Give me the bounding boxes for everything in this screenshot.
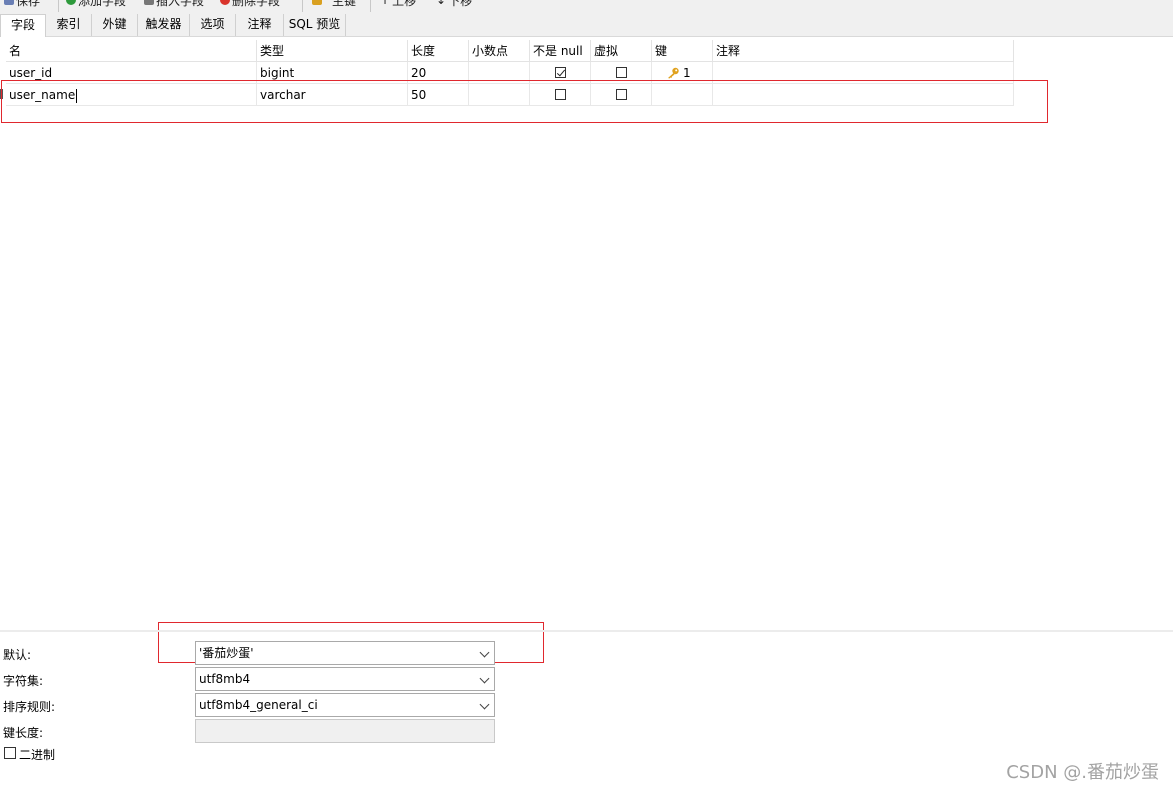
primary-key-icon: [312, 0, 322, 5]
binary-checkbox[interactable]: [4, 747, 16, 759]
default-value-combobox[interactable]: '番茄炒蛋': [195, 641, 495, 665]
chevron-down-icon[interactable]: [479, 699, 490, 710]
column-header-key[interactable]: 键: [652, 40, 713, 62]
move-down-button[interactable]: ↓ 下移: [436, 0, 472, 8]
column-header-decimals[interactable]: 小数点: [469, 40, 530, 62]
tab-bar: 字段 索引 外键 触发器 选项 注释 SQL 预览: [0, 12, 1173, 37]
watermark: CSDN @.番茄炒蛋: [1006, 762, 1159, 783]
delete-field-button[interactable]: 删除字段: [220, 0, 280, 8]
key-length-input[interactable]: [195, 719, 495, 743]
toolbar: 保存 添加字段 插入字段 删除字段 主键 ↑ 上移 ↓ 下移: [0, 0, 1173, 12]
binary-label: 二进制: [19, 748, 56, 762]
insert-field-button[interactable]: 插入字段: [144, 0, 204, 8]
primary-key-icon: [668, 67, 679, 79]
tab-indexes[interactable]: 索引: [46, 14, 92, 36]
column-header-comment[interactable]: 注释: [713, 40, 1014, 62]
tab-fields[interactable]: 字段: [0, 14, 46, 37]
tab-triggers[interactable]: 触发器: [138, 14, 190, 36]
arrow-down-icon: ↓: [436, 0, 447, 7]
chevron-down-icon[interactable]: [479, 673, 490, 684]
insert-field-icon: [144, 0, 154, 5]
not-null-checkbox[interactable]: [555, 67, 566, 78]
move-up-button[interactable]: ↑ 上移: [380, 0, 416, 8]
tab-comment[interactable]: 注释: [236, 14, 284, 36]
default-label: 默认:: [3, 648, 32, 662]
collation-select[interactable]: utf8mb4_general_ci: [195, 693, 495, 717]
chevron-down-icon[interactable]: [479, 647, 490, 658]
arrow-up-icon: ↑: [380, 0, 391, 7]
save-button[interactable]: 保存: [4, 0, 40, 8]
highlight-box-row: [1, 80, 1048, 123]
key-length-label: 键长度:: [3, 726, 44, 740]
tab-options[interactable]: 选项: [190, 14, 236, 36]
virtual-checkbox[interactable]: [616, 67, 627, 78]
charset-select[interactable]: utf8mb4: [195, 667, 495, 691]
collation-label: 排序规则:: [3, 700, 56, 714]
charset-label: 字符集:: [3, 674, 44, 688]
column-header-type[interactable]: 类型: [257, 40, 408, 62]
column-header-not-null[interactable]: 不是 null: [530, 40, 591, 62]
add-field-icon: [66, 0, 76, 5]
column-header-name[interactable]: 名: [6, 40, 257, 62]
primary-key-button[interactable]: 主键: [312, 0, 356, 8]
column-header-length[interactable]: 长度: [408, 40, 469, 62]
tab-sql-preview[interactable]: SQL 预览: [284, 14, 346, 36]
save-icon: [4, 0, 14, 5]
tab-foreign-keys[interactable]: 外键: [92, 14, 138, 36]
delete-field-icon: [220, 0, 230, 5]
column-header-virtual[interactable]: 虚拟: [591, 40, 652, 62]
panel-divider: [0, 630, 1173, 632]
add-field-button[interactable]: 添加字段: [66, 0, 126, 8]
